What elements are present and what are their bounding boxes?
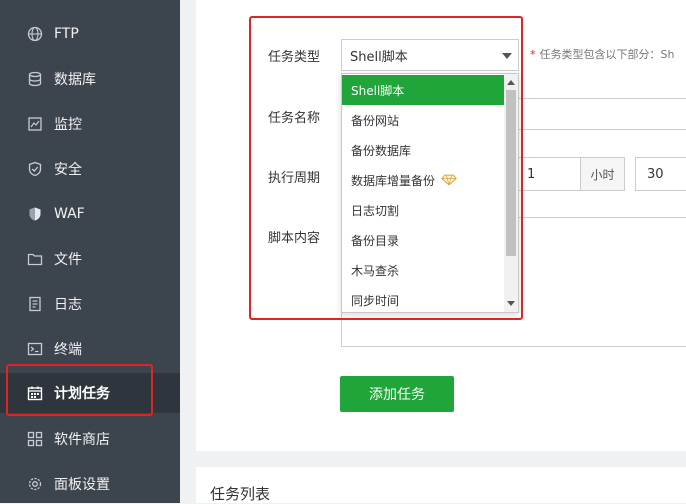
cycle-hour-value: 1 bbox=[527, 166, 536, 182]
task-name-label: 任务名称 bbox=[267, 111, 320, 126]
dropdown-option-backup-directory[interactable]: 备份目录 bbox=[342, 225, 504, 255]
scroll-up-arrow-icon[interactable] bbox=[507, 80, 515, 85]
folder-icon bbox=[26, 250, 44, 268]
shield-icon bbox=[26, 160, 44, 178]
cycle-minute-input[interactable]: 30 bbox=[635, 157, 686, 191]
dropdown-option-label: Shell脚本 bbox=[351, 83, 405, 98]
chevron-down-icon bbox=[502, 53, 512, 59]
diamond-icon bbox=[441, 174, 457, 186]
dropdown-option-label: 备份目录 bbox=[351, 233, 400, 248]
task-name-input[interactable] bbox=[519, 98, 686, 130]
dropdown-option-backup-site[interactable]: 备份网站 bbox=[342, 105, 504, 135]
sidebar-item-label: WAF bbox=[54, 206, 85, 222]
dropdown-option-log-rotate[interactable]: 日志切割 bbox=[342, 195, 504, 225]
task-list-title: 任务列表 bbox=[210, 485, 271, 503]
cycle-minute-value: 30 bbox=[647, 166, 664, 182]
dropdown-option-incremental-backup[interactable]: 数据库增量备份 bbox=[342, 165, 504, 195]
task-type-hint-text: 任务类型包含以下部分：Sh bbox=[539, 48, 675, 61]
task-type-value: Shell脚本 bbox=[350, 49, 408, 65]
scroll-down-arrow-icon[interactable] bbox=[507, 301, 515, 306]
sidebar-item-label: 日志 bbox=[54, 297, 82, 313]
dropdown-option-label: 备份网站 bbox=[351, 113, 400, 128]
sidebar-item-terminal[interactable]: 终端 bbox=[0, 329, 180, 369]
dropdown-option-shell[interactable]: Shell脚本 bbox=[342, 75, 504, 105]
sidebar-item-store[interactable]: 软件商店 bbox=[0, 419, 180, 459]
cycle-hour-input[interactable]: 1 bbox=[519, 157, 581, 191]
dropdown-option-sync-time[interactable]: 同步时间 bbox=[342, 285, 504, 312]
sidebar-item-label: FTP bbox=[54, 26, 79, 42]
dropdown-option-backup-database[interactable]: 备份数据库 bbox=[342, 135, 504, 165]
sidebar-item-cron[interactable]: 计划任务 bbox=[0, 373, 180, 413]
sidebar-item-label: 终端 bbox=[54, 342, 82, 358]
task-type-hint: * 任务类型包含以下部分：Sh bbox=[530, 46, 674, 62]
sidebar-item-label: 安全 bbox=[54, 162, 82, 178]
sidebar-item-monitor[interactable]: 监控 bbox=[0, 104, 180, 144]
dropdown-option-label: 日志切割 bbox=[351, 203, 400, 218]
cycle-hour-unit: 小时 bbox=[580, 157, 625, 191]
log-icon bbox=[26, 295, 44, 313]
sidebar-item-ftp[interactable]: FTP bbox=[0, 14, 180, 54]
sidebar-item-waf[interactable]: WAF bbox=[0, 194, 180, 234]
sidebar-item-files[interactable]: 文件 bbox=[0, 239, 180, 279]
terminal-icon bbox=[26, 340, 44, 358]
sidebar-item-settings[interactable]: 面板设置 bbox=[0, 464, 180, 504]
sidebar-item-label: 数据库 bbox=[54, 72, 96, 88]
calendar-icon bbox=[26, 384, 44, 402]
required-star: * bbox=[530, 48, 536, 61]
scroll-thumb[interactable] bbox=[506, 90, 516, 256]
gear-icon bbox=[26, 475, 44, 493]
waf-shield-icon bbox=[26, 205, 44, 223]
sidebar-item-security[interactable]: 安全 bbox=[0, 149, 180, 189]
cycle-label: 执行周期 bbox=[267, 171, 320, 186]
sidebar-item-label: 软件商店 bbox=[54, 432, 110, 448]
sidebar-item-database[interactable]: 数据库 bbox=[0, 59, 180, 99]
dropdown-option-label: 同步时间 bbox=[351, 293, 400, 308]
grid-icon bbox=[26, 430, 44, 448]
sidebar-item-logs[interactable]: 日志 bbox=[0, 284, 180, 324]
sidebar-item-label: 面板设置 bbox=[54, 477, 110, 493]
dropdown-option-label: 备份数据库 bbox=[351, 143, 412, 158]
task-type-select[interactable]: Shell脚本 bbox=[341, 39, 519, 71]
dropdown-option-trojan-scan[interactable]: 木马查杀 bbox=[342, 255, 504, 285]
task-list-card: 任务列表 bbox=[196, 467, 686, 503]
globe-icon bbox=[26, 25, 44, 43]
task-type-dropdown[interactable]: Shell脚本 备份网站 备份数据库 数据库增量备份 日志切割 备份目录 木马查… bbox=[341, 73, 519, 313]
dropdown-option-label: 木马查杀 bbox=[351, 263, 400, 278]
dropdown-option-label: 数据库增量备份 bbox=[351, 173, 436, 188]
monitor-icon bbox=[26, 115, 44, 133]
add-task-button[interactable]: 添加任务 bbox=[340, 376, 454, 412]
dropdown-scrollbar[interactable] bbox=[504, 74, 518, 312]
script-label: 脚本内容 bbox=[267, 231, 320, 246]
task-type-label: 任务类型 bbox=[267, 50, 320, 65]
database-icon bbox=[26, 70, 44, 88]
sidebar-item-label: 监控 bbox=[54, 117, 82, 133]
sidebar-item-label: 文件 bbox=[54, 252, 82, 268]
sidebar: FTP 数据库 监控 安全 WAF 文件 日志 终端 计划任务 软件商店 面板设… bbox=[0, 0, 180, 503]
sidebar-item-label: 计划任务 bbox=[54, 386, 110, 402]
